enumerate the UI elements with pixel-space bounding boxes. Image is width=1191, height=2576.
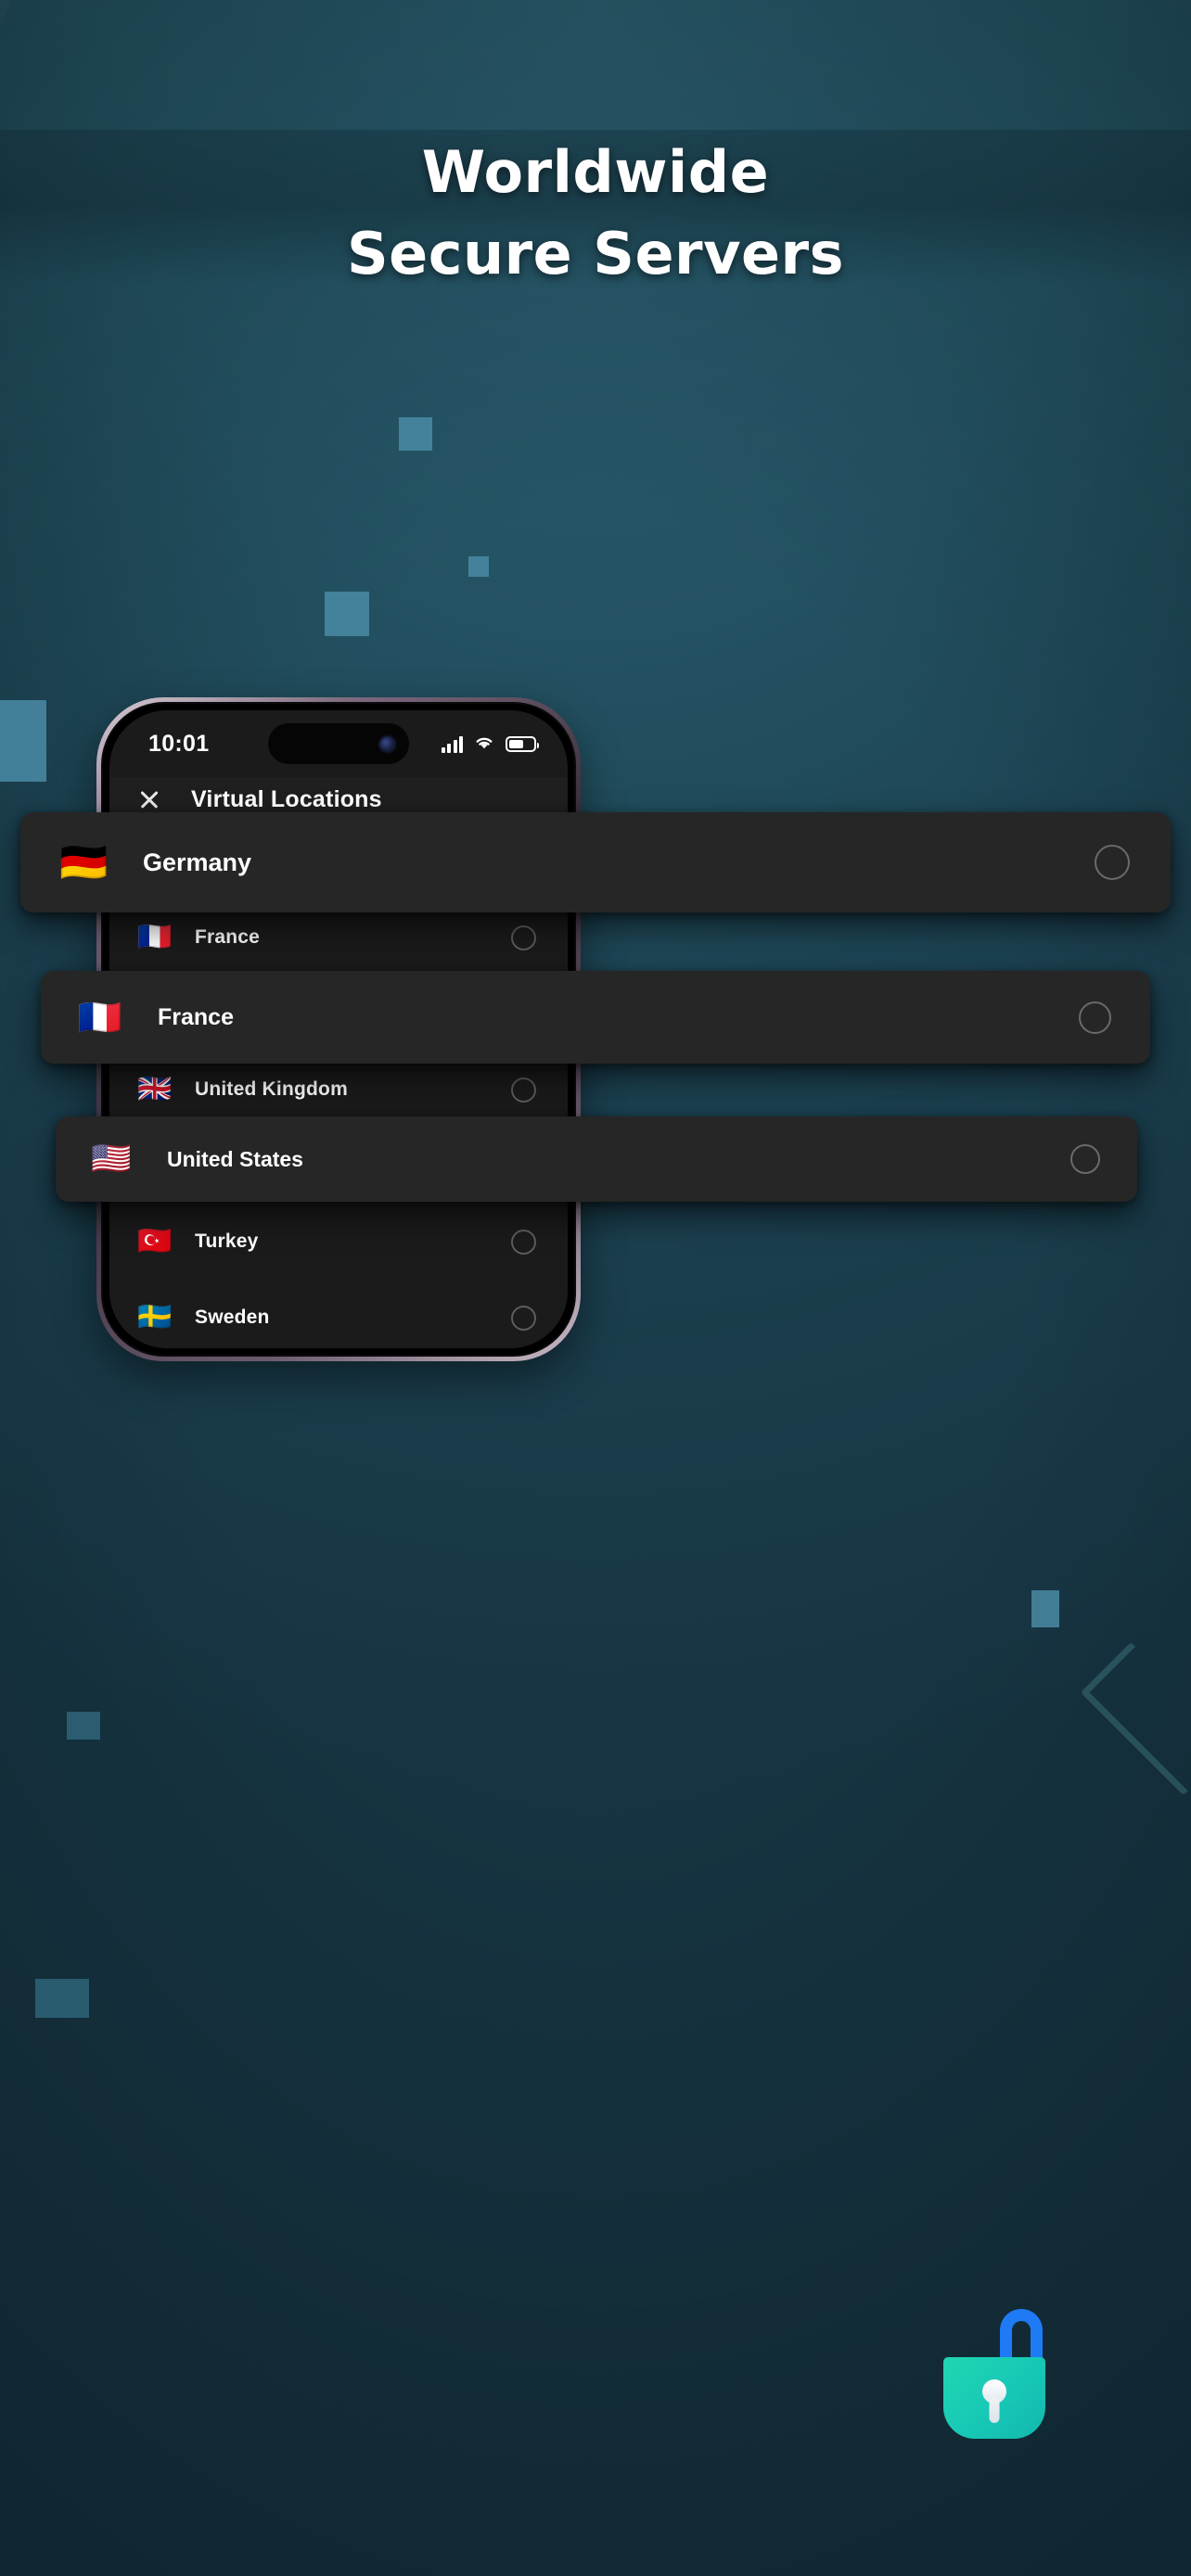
- front-camera-icon: [380, 736, 394, 751]
- location-name-label: France: [195, 926, 261, 948]
- status-bar-indicators: [441, 733, 539, 755]
- app-bar-title: Virtual Locations: [191, 785, 382, 812]
- headline-line-2: Secure Servers: [346, 220, 845, 287]
- dynamic-island: [268, 723, 409, 764]
- radio-button-icon[interactable]: [1079, 1001, 1111, 1034]
- location-card-label: Germany: [143, 848, 252, 876]
- flag-icon: 🇹🇷: [137, 1225, 173, 1257]
- padlock-keyhole: [982, 2379, 1006, 2404]
- location-card-label: United States: [167, 1146, 303, 1171]
- location-list-item[interactable]: 🇸🇪 Sweden: [109, 1280, 568, 1348]
- location-name-label: Sweden: [195, 1307, 270, 1328]
- close-icon[interactable]: [137, 787, 161, 811]
- decorative-square: [67, 1712, 100, 1740]
- padlock-body: [943, 2357, 1045, 2439]
- radio-button-icon[interactable]: [511, 1229, 536, 1255]
- location-card-germany[interactable]: 🇩🇪 Germany: [20, 812, 1171, 912]
- radio-button-icon[interactable]: [511, 1305, 536, 1331]
- flag-icon: 🇩🇪: [59, 839, 109, 885]
- decorative-square: [399, 417, 432, 451]
- decorative-square: [0, 700, 46, 782]
- location-card-label: France: [158, 1003, 234, 1030]
- signal-bars-icon: [441, 735, 463, 753]
- flag-icon: 🇫🇷: [137, 921, 173, 953]
- decorative-square: [1031, 1590, 1059, 1627]
- flag-icon: 🇫🇷: [78, 997, 122, 1038]
- location-card-france[interactable]: 🇫🇷 France: [41, 971, 1150, 1064]
- flag-icon: 🇬🇧: [137, 1073, 173, 1105]
- decorative-square: [35, 1979, 89, 2018]
- location-card-united-states[interactable]: 🇺🇸 United States: [56, 1116, 1137, 1202]
- flag-icon: 🇸🇪: [137, 1301, 173, 1333]
- status-bar-time: 10:01: [148, 730, 210, 757]
- radio-button-icon[interactable]: [511, 925, 536, 950]
- location-name-label: United Kingdom: [195, 1078, 348, 1100]
- radio-button-icon[interactable]: [1095, 845, 1130, 880]
- wifi-icon: [473, 733, 495, 755]
- padlock-icon: [928, 2309, 1062, 2439]
- radio-button-icon[interactable]: [511, 1077, 536, 1103]
- headline-line-1: Worldwide: [421, 138, 770, 206]
- battery-icon: [506, 735, 539, 752]
- page-title: Worldwide Secure Servers: [0, 132, 1191, 295]
- decorative-square: [325, 592, 369, 636]
- location-list-item[interactable]: 🇹🇷 Turkey: [109, 1204, 568, 1280]
- decorative-square: [468, 556, 489, 577]
- flag-icon: 🇺🇸: [91, 1140, 132, 1178]
- location-name-label: Turkey: [195, 1231, 259, 1252]
- radio-button-icon[interactable]: [1070, 1144, 1100, 1174]
